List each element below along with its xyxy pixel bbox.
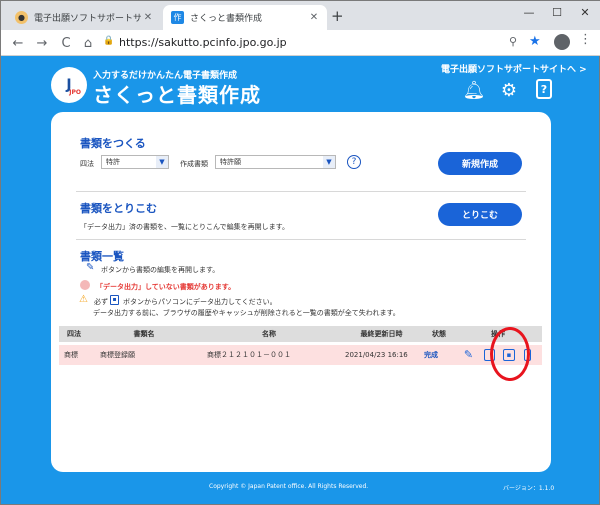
edit-icon: ✎ [86,262,98,274]
close-icon[interactable]: ✕ [141,12,155,23]
cell-title: 商標２１２１０１－００１ [207,345,291,365]
menu-kebab-icon[interactable]: ⋮ [579,32,592,47]
tab-title: 電子出願ソフトサポートサイト さくっと [34,11,141,24]
tab-title: さくっと書類作成 [190,11,307,24]
jpo-logo: J JPO [51,67,87,103]
new-tab-button[interactable]: + [331,7,344,25]
import-button[interactable]: とりこむ [438,203,522,226]
app-favicon-icon: 作 [171,11,184,24]
warn-button-text: ボタンからパソコンにデータ出力してください。 [123,297,277,307]
chevron-down-icon: ▼ [156,156,168,168]
copyright: Copyright © Japan Patent office. All Rig… [209,483,368,490]
jpo-favicon-icon: ● [15,11,28,24]
cell-updated: 2021/04/23 16:16 [345,345,408,365]
lock-icon: 🔒 [103,36,114,46]
doc-type-select[interactable]: 特許願 ▼ [215,155,336,169]
law-select[interactable]: 特許 ▼ [101,155,169,169]
logo-sub: JPO [69,89,81,96]
gear-icon[interactable]: ⚙ [498,79,520,101]
profile-avatar-icon[interactable] [554,34,570,50]
edit-hint: ボタンから書類の編集を再開します。 [101,265,219,275]
law-select-value: 特許 [106,158,120,166]
annotation-circle [490,327,530,381]
create-section-title: 書類をつくる [80,135,146,151]
app-title: さくっと書類作成 [93,79,261,108]
main-panel: 書類をつくる 四法 特許 ▼ 作成書類 特許願 ▼ ? 新規作成 書類をとりこむ… [51,112,551,472]
col-status: 状態 [424,326,454,342]
url-text: https://sakutto.pcinfo.jpo.go.jp [119,36,287,49]
edit-icon[interactable]: ✎ [462,348,475,362]
unsaved-warning: 「データ出力」していない書類があります。 [96,282,235,292]
cell-status: 完成 [424,345,438,365]
tab-sakutto[interactable]: 作 さくっと書類作成 ✕ [163,5,327,30]
browser-toolbar: ← → C ⌂ 🔒 https://sakutto.pcinfo.jpo.go.… [1,30,600,56]
unsaved-marker [80,280,90,290]
col-law: 四法 [59,326,89,342]
bell-icon[interactable]: 🔔︎ [463,79,485,101]
section-divider [76,191,526,192]
import-section-title: 書類をとりこむ [80,200,157,216]
tab-strip: ● 電子出願ソフトサポートサイト さくっと ✕ 作 さくっと書類作成 ✕ + —… [1,1,600,30]
browser-window: ● 電子出願ソフトサポートサイト さくっと ✕ 作 さくっと書類作成 ✕ + —… [0,0,600,505]
maximize-button[interactable]: ☐ [543,1,571,23]
col-doc-name: 書類名 [89,326,199,342]
doc-type-label: 作成書類 [180,159,208,169]
help-doc-icon[interactable]: ? [536,79,552,99]
table-header: 四法 書類名 名称 最終更新日時 状態 操作 [59,326,542,342]
star-icon[interactable]: ★ [529,34,541,49]
home-icon[interactable]: ⌂ [79,34,97,52]
tab-support-site[interactable]: ● 電子出願ソフトサポートサイト さくっと ✕ [7,5,161,30]
law-label: 四法 [80,159,94,169]
warn-must: 必ず [94,297,108,307]
warn-line2: データ出力する前に、ブラウザの履歴やキャッシュが削除されると一覧の書類が全て失わ… [93,308,400,318]
save-icon: ▪ [110,295,119,305]
new-create-button[interactable]: 新規作成 [438,152,522,175]
close-icon[interactable]: ✕ [307,12,321,23]
cell-doc-name: 商標登録願 [100,345,135,365]
help-icon[interactable]: ? [347,155,361,169]
chevron-down-icon: ▼ [323,156,335,168]
reload-icon[interactable]: C [57,34,75,52]
warning-icon: ⚠ [79,294,88,305]
import-description: 「データ出力」済の書類を、一覧にとりこんで編集を再開します。 [80,222,289,232]
cell-law: 商標 [64,345,78,365]
minimize-button[interactable]: — [515,1,543,23]
table-row: 商標 商標登録願 商標２１２１０１－００１ 2021/04/23 16:16 完… [59,345,542,365]
forward-icon[interactable]: → [33,34,51,52]
col-title: 名称 [199,326,339,342]
support-site-link[interactable]: 電子出願ソフトサポートサイトへ > [441,62,587,75]
section-divider [76,239,526,240]
back-icon[interactable]: ← [9,34,27,52]
window-close-button[interactable]: ✕ [571,1,599,23]
col-updated: 最終更新日時 [339,326,424,342]
address-bar[interactable]: 🔒 https://sakutto.pcinfo.jpo.go.jp ⚲ ★ [101,33,545,53]
doc-type-select-value: 特許願 [220,158,241,166]
zoom-icon[interactable]: ⚲ [509,35,517,48]
version: バージョン：1.1.0 [503,483,554,492]
